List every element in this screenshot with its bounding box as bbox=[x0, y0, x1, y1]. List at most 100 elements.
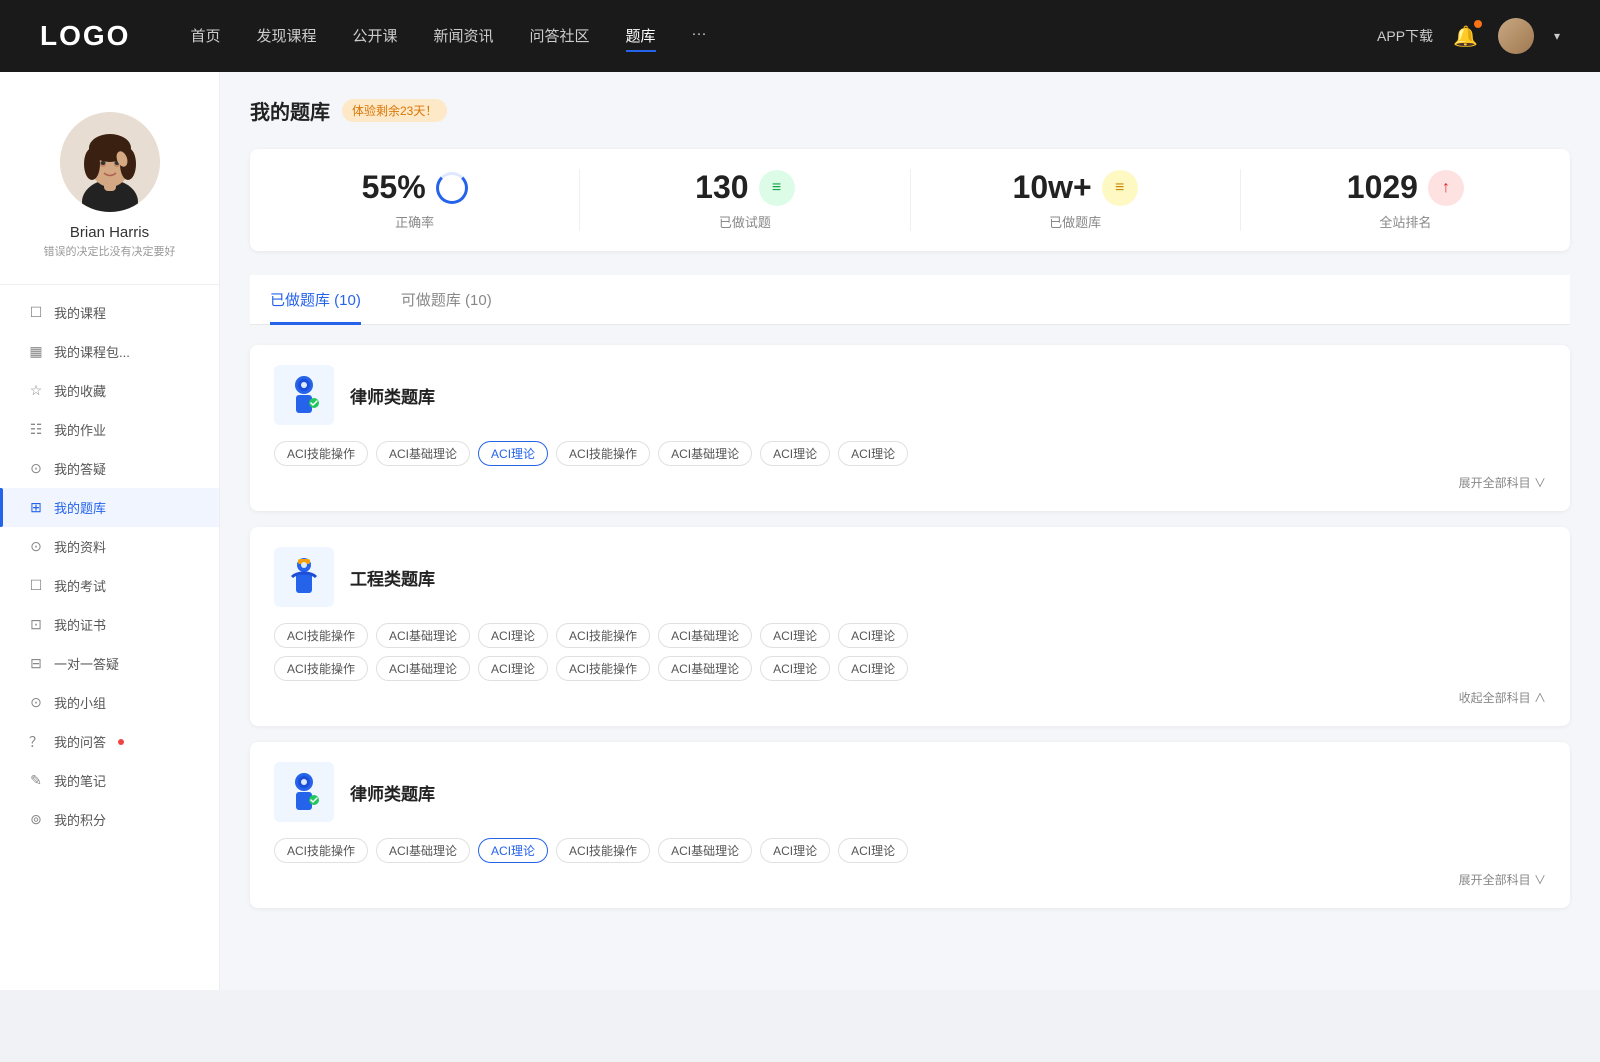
bank-card-header-2: 律师类题库 bbox=[274, 762, 1546, 822]
edit-icon: ✎ bbox=[28, 773, 44, 789]
tag-0-3[interactable]: ACI技能操作 bbox=[556, 441, 650, 466]
sidebar-item-label: 我的问答 bbox=[54, 732, 106, 751]
tag-2-1[interactable]: ACI基础理论 bbox=[376, 838, 470, 863]
sidebar-item-我的考试[interactable]: ☐我的考试 bbox=[0, 566, 219, 605]
tag-2-4[interactable]: ACI基础理论 bbox=[658, 838, 752, 863]
avatar-image bbox=[1498, 18, 1534, 54]
bank-card-2: 律师类题库ACI技能操作ACI基础理论ACI理论ACI技能操作ACI基础理论AC… bbox=[250, 742, 1570, 908]
navbar-menu-item[interactable]: 问答社区 bbox=[530, 21, 590, 52]
bank-card-tags-0: ACI技能操作 ACI基础理论 ACI理论 ACI技能操作 ACI基础理论 ACI理论 AC… bbox=[274, 441, 1546, 466]
sidebar-item-我的答疑[interactable]: ⊙我的答疑 bbox=[0, 449, 219, 488]
sidebar-item-我的问答[interactable]: ？我的问答 bbox=[0, 722, 219, 761]
award-icon: ⊡ bbox=[28, 617, 44, 633]
collapse-link-1[interactable]: 收起全部科目 ∧ bbox=[274, 689, 1546, 706]
tag-0-6[interactable]: ACI理论 bbox=[838, 441, 908, 466]
sidebar-item-我的笔记[interactable]: ✎ 我的笔记 bbox=[0, 761, 219, 800]
tag2-1-2[interactable]: ACI理论 bbox=[478, 656, 548, 681]
sidebar-item-label: 我的考试 bbox=[54, 576, 106, 595]
tag-2-3[interactable]: ACI技能操作 bbox=[556, 838, 650, 863]
bank-card-tags2-1: ACI技能操作 ACI基础理论 ACI理论 ACI技能操作 ACI基础理论 ACI理论 AC… bbox=[274, 656, 1546, 681]
stat-item-2: 10w+≡已做题库 bbox=[911, 169, 1241, 231]
tag-0-2[interactable]: ACI理论 bbox=[478, 441, 548, 466]
person-icon: ⊚ bbox=[28, 812, 44, 828]
avatar[interactable] bbox=[1498, 18, 1534, 54]
users-icon: ⊙ bbox=[28, 539, 44, 555]
navbar-menu-item[interactable]: ··· bbox=[692, 21, 707, 52]
stats-row: 55%正确率130≡已做试题10w+≡已做题库1029↑全站排名 bbox=[250, 149, 1570, 251]
navbar-menu: 首页 发现课程 公开课 新闻资讯 问答社区 题库 ··· bbox=[190, 21, 1377, 52]
sidebar-item-label: 我的笔记 bbox=[54, 771, 106, 790]
bank-card-avatar-0 bbox=[274, 365, 334, 425]
navbar-menu-item[interactable]: 发现课程 bbox=[256, 21, 316, 52]
tab-1[interactable]: 可做题库 (10) bbox=[401, 275, 492, 325]
tag2-1-1[interactable]: ACI基础理论 bbox=[376, 656, 470, 681]
tag-0-0[interactable]: ACI技能操作 bbox=[274, 441, 368, 466]
logo[interactable]: LOGO bbox=[40, 20, 130, 52]
stat-item-1: 130≡已做试题 bbox=[580, 169, 910, 231]
bank-card-tags-1: ACI技能操作 ACI基础理论 ACI理论 ACI技能操作 ACI基础理论 ACI理论 AC… bbox=[274, 623, 1546, 648]
sidebar-item-label: 一对一答疑 bbox=[54, 654, 119, 673]
tag2-1-3[interactable]: ACI技能操作 bbox=[556, 656, 650, 681]
tag2-1-6[interactable]: ACI理论 bbox=[838, 656, 908, 681]
sidebar-menu-list: ☐我的课程▦我的课程包...☆我的收藏☷我的作业⊙我的答疑⊞我的题库⊙我的资料☐… bbox=[0, 293, 219, 839]
sidebar-item-我的积分[interactable]: ⊚我的积分 bbox=[0, 800, 219, 839]
tag-1-0[interactable]: ACI技能操作 bbox=[274, 623, 368, 648]
expand-link-0[interactable]: 展开全部科目 ∨ bbox=[274, 474, 1546, 491]
stat-value-3: 1029 bbox=[1347, 169, 1418, 206]
page-title: 我的题库 bbox=[250, 96, 330, 125]
tab-0[interactable]: 已做题库 (10) bbox=[270, 275, 361, 325]
tag-0-5[interactable]: ACI理论 bbox=[760, 441, 830, 466]
star-icon: ☆ bbox=[28, 383, 44, 399]
tag-2-2[interactable]: ACI理论 bbox=[478, 838, 548, 863]
stat-label-1: 已做试题 bbox=[719, 212, 771, 231]
notification-bell[interactable]: 🔔 bbox=[1453, 24, 1478, 49]
tag-1-2[interactable]: ACI理论 bbox=[478, 623, 548, 648]
bank-card-tags-2: ACI技能操作 ACI基础理论 ACI理论 ACI技能操作 ACI基础理论 ACI理论 AC… bbox=[274, 838, 1546, 863]
sidebar-item-label: 我的收藏 bbox=[54, 381, 106, 400]
tabs-row: 已做题库 (10) 可做题库 (10) bbox=[250, 275, 1570, 325]
sidebar-item-我的题库[interactable]: ⊞我的题库 bbox=[0, 488, 219, 527]
bank-card-header-0: 律师类题库 bbox=[274, 365, 1546, 425]
account-dropdown-arrow[interactable]: ▾ bbox=[1554, 29, 1560, 43]
tag-1-4[interactable]: ACI基础理论 bbox=[658, 623, 752, 648]
page-wrapper: Brian Harris 错误的决定比没有决定要好 ☐我的课程▦我的课程包...… bbox=[0, 72, 1600, 990]
app-download-button[interactable]: APP下载 bbox=[1377, 26, 1433, 46]
tag-0-1[interactable]: ACI基础理论 bbox=[376, 441, 470, 466]
sidebar-user-motto: 错误的决定比没有决定要好 bbox=[44, 245, 176, 260]
tag-2-6[interactable]: ACI理论 bbox=[838, 838, 908, 863]
tag2-1-4[interactable]: ACI基础理论 bbox=[658, 656, 752, 681]
sidebar-item-我的课程[interactable]: ☐我的课程 bbox=[0, 293, 219, 332]
sidebar-item-我的小组[interactable]: ⊙我的小组 bbox=[0, 683, 219, 722]
tag-0-4[interactable]: ACI基础理论 bbox=[658, 441, 752, 466]
bank-card-list: 律师类题库ACI技能操作ACI基础理论ACI理论ACI技能操作ACI基础理论AC… bbox=[250, 345, 1570, 924]
tag-1-3[interactable]: ACI技能操作 bbox=[556, 623, 650, 648]
tag-1-5[interactable]: ACI理论 bbox=[760, 623, 830, 648]
content-header: 我的题库 体验剩余23天！ bbox=[250, 96, 1570, 125]
navbar-menu-item[interactable]: 首页 bbox=[190, 21, 220, 52]
trial-badge: 体验剩余23天！ bbox=[342, 99, 447, 122]
tag2-1-5[interactable]: ACI理论 bbox=[760, 656, 830, 681]
tag-1-1[interactable]: ACI基础理论 bbox=[376, 623, 470, 648]
sidebar: Brian Harris 错误的决定比没有决定要好 ☐我的课程▦我的课程包...… bbox=[0, 72, 220, 990]
tag-2-5[interactable]: ACI理论 bbox=[760, 838, 830, 863]
bank-card-avatar-1 bbox=[274, 547, 334, 607]
navbar-menu-item[interactable]: 新闻资讯 bbox=[434, 21, 494, 52]
tag-2-0[interactable]: ACI技能操作 bbox=[274, 838, 368, 863]
group-icon: ⊙ bbox=[28, 695, 44, 711]
navbar-menu-item[interactable]: 题库 bbox=[626, 21, 656, 52]
navbar-menu-item[interactable]: 公开课 bbox=[352, 21, 397, 52]
sidebar-item-我的收藏[interactable]: ☆ 我的收藏 bbox=[0, 371, 219, 410]
sidebar-item-我的作业[interactable]: ☷我的作业 bbox=[0, 410, 219, 449]
notification-badge bbox=[1474, 20, 1482, 28]
sidebar-item-我的课程包...[interactable]: ▦我的课程包... bbox=[0, 332, 219, 371]
sidebar-item-我的证书[interactable]: ⊡我的证书 bbox=[0, 605, 219, 644]
bank-card-1: 工程类题库ACI技能操作ACI基础理论ACI理论ACI技能操作ACI基础理论AC… bbox=[250, 527, 1570, 726]
expand-link-2[interactable]: 展开全部科目 ∨ bbox=[274, 871, 1546, 888]
file-icon: ☐ bbox=[28, 305, 44, 321]
sidebar-item-一对一答疑[interactable]: ⊟一对一答疑 bbox=[0, 644, 219, 683]
navbar-right: APP下载 🔔 ▾ bbox=[1377, 18, 1560, 54]
sidebar-item-我的资料[interactable]: ⊙我的资料 bbox=[0, 527, 219, 566]
tag2-1-0[interactable]: ACI技能操作 bbox=[274, 656, 368, 681]
tag-1-6[interactable]: ACI理论 bbox=[838, 623, 908, 648]
sidebar-item-label: 我的题库 bbox=[54, 498, 106, 517]
